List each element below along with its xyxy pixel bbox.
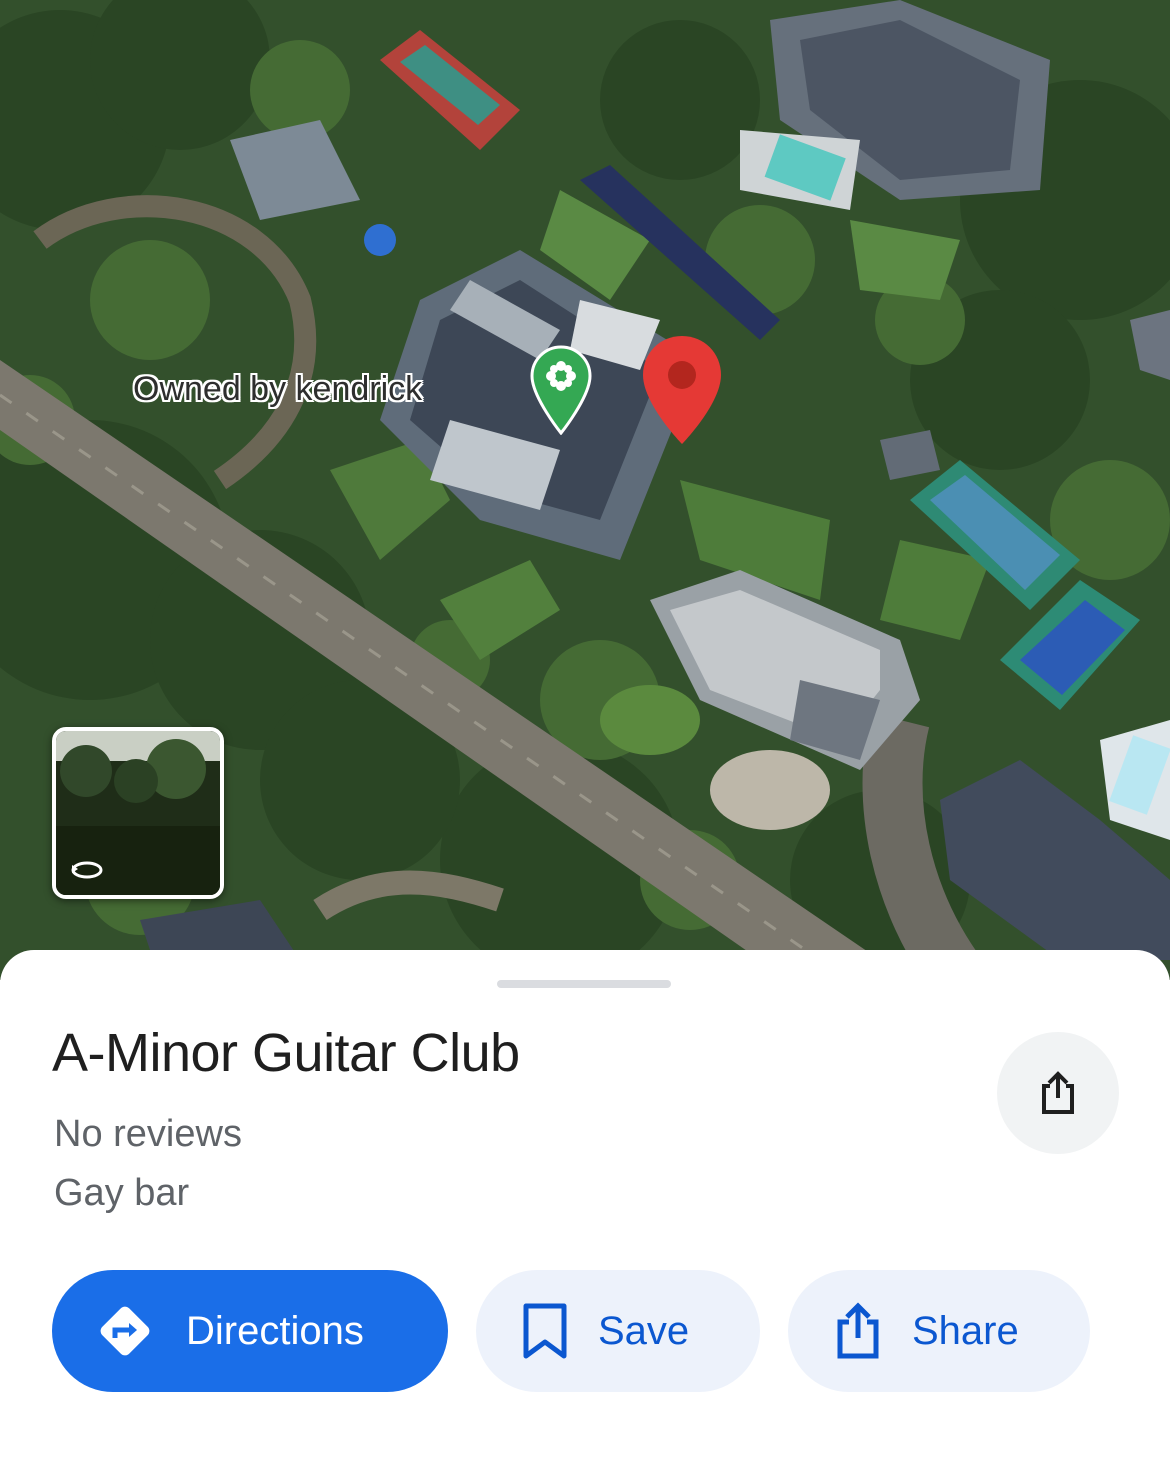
- share-label: Share: [912, 1308, 1019, 1353]
- save-label: Save: [598, 1308, 690, 1353]
- directions-button[interactable]: Directions: [52, 1270, 448, 1392]
- place-title: A-Minor Guitar Club: [52, 1023, 520, 1083]
- share-icon: [837, 1302, 879, 1359]
- satellite-map[interactable]: Owned by kendrick: [0, 0, 1170, 980]
- save-button[interactable]: Save: [476, 1270, 760, 1392]
- street-view-thumbnail[interactable]: [52, 727, 224, 899]
- directions-icon: [100, 1306, 150, 1356]
- drag-handle[interactable]: [497, 980, 671, 988]
- place-details-sheet: A-Minor Guitar Club No reviews Gay bar D…: [0, 950, 1170, 1471]
- reviews-text[interactable]: No reviews: [54, 1113, 242, 1156]
- share-icon: [1042, 1071, 1074, 1114]
- location-pin-icon[interactable]: [640, 334, 724, 446]
- place-category: Gay bar: [54, 1172, 190, 1214]
- share-icon-button[interactable]: [997, 1032, 1119, 1154]
- directions-label: Directions: [186, 1308, 364, 1353]
- rotate-360-icon: [71, 861, 103, 879]
- flower-icon[interactable]: [530, 345, 592, 435]
- share-button[interactable]: Share: [788, 1270, 1090, 1392]
- poi-label[interactable]: Owned by kendrick: [133, 370, 422, 409]
- bookmark-icon: [523, 1303, 567, 1359]
